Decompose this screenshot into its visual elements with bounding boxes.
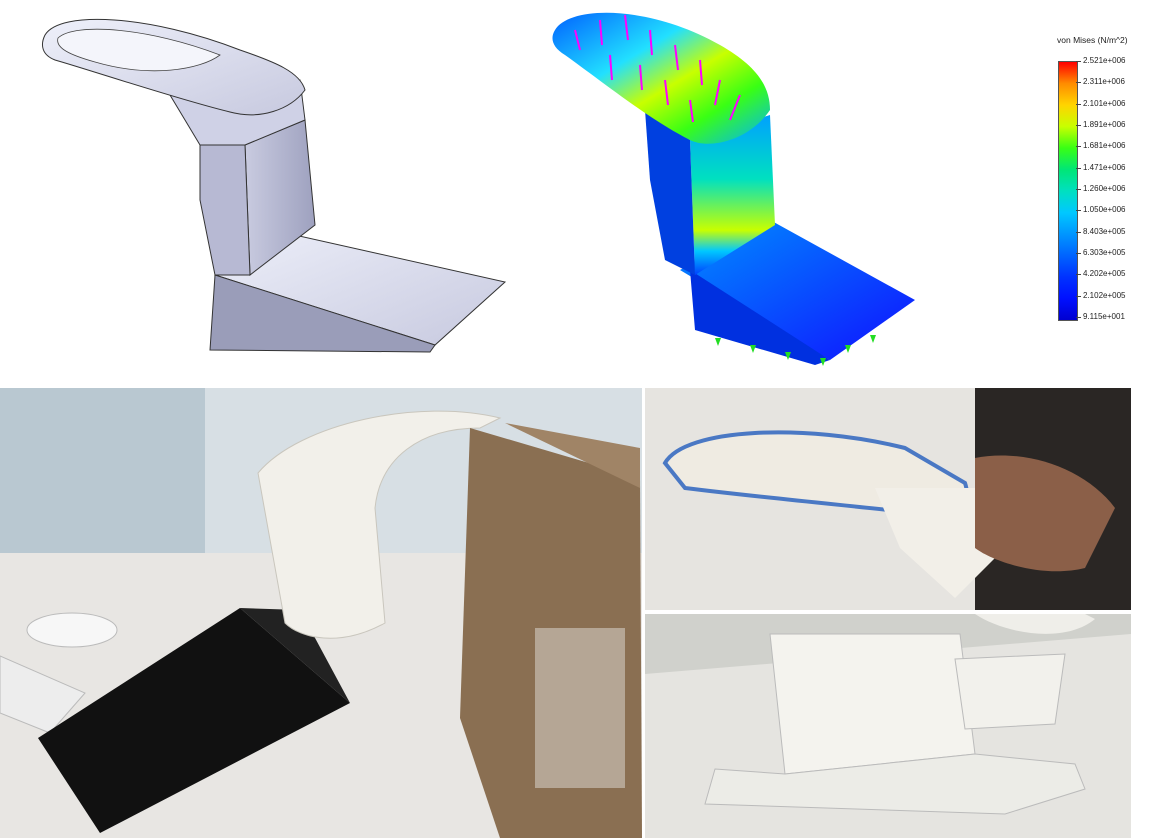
- legend-title: von Mises (N/m^2): [1057, 35, 1128, 45]
- legend-label: 1.260e+006: [1083, 184, 1126, 193]
- legend-label: 6.303e+005: [1083, 248, 1126, 257]
- part-bottom-view-photo: [645, 614, 1131, 838]
- part-in-hand-photo: [645, 388, 1131, 610]
- cad-model-render: [0, 0, 560, 380]
- legend-label: 2.102e+005: [1083, 290, 1126, 300]
- legend-label: 1.050e+006: [1083, 205, 1126, 215]
- legend-label: 9.115e+001: [1083, 312, 1125, 321]
- legend-tick: [1076, 189, 1081, 190]
- printed-part-desk-photo: [0, 388, 642, 838]
- legend-tick: [1076, 317, 1081, 318]
- stress-colorbar: [1058, 61, 1078, 321]
- legend-tick: [1076, 167, 1081, 169]
- legend-tick: [1076, 253, 1081, 254]
- legend-label: 2.311e+006: [1083, 77, 1125, 87]
- legend-label: 1.891e+006: [1083, 120, 1126, 129]
- legend-tick: [1076, 231, 1081, 233]
- legend-label: 2.101e+006: [1083, 98, 1126, 108]
- legend-label: 4.202e+005: [1083, 269, 1126, 279]
- legend-label: 1.471e+006: [1083, 162, 1126, 172]
- legend-tick: [1076, 146, 1081, 148]
- legend-label: 8.403e+005: [1083, 226, 1126, 236]
- legend-tick: [1076, 103, 1081, 105]
- legend-tick: [1076, 125, 1081, 126]
- legend-tick: [1076, 82, 1081, 84]
- legend-tick: [1076, 210, 1081, 212]
- legend-tick: [1076, 274, 1081, 276]
- legend-tick: [1076, 61, 1081, 62]
- legend-tick: [1076, 295, 1081, 297]
- legend-labels: 2.521e+006 2.311e+006 2.101e+006 1.891e+006…: [1083, 56, 1153, 326]
- legend-label: 2.521e+006: [1083, 56, 1126, 65]
- legend-label: 1.681e+006: [1083, 141, 1126, 151]
